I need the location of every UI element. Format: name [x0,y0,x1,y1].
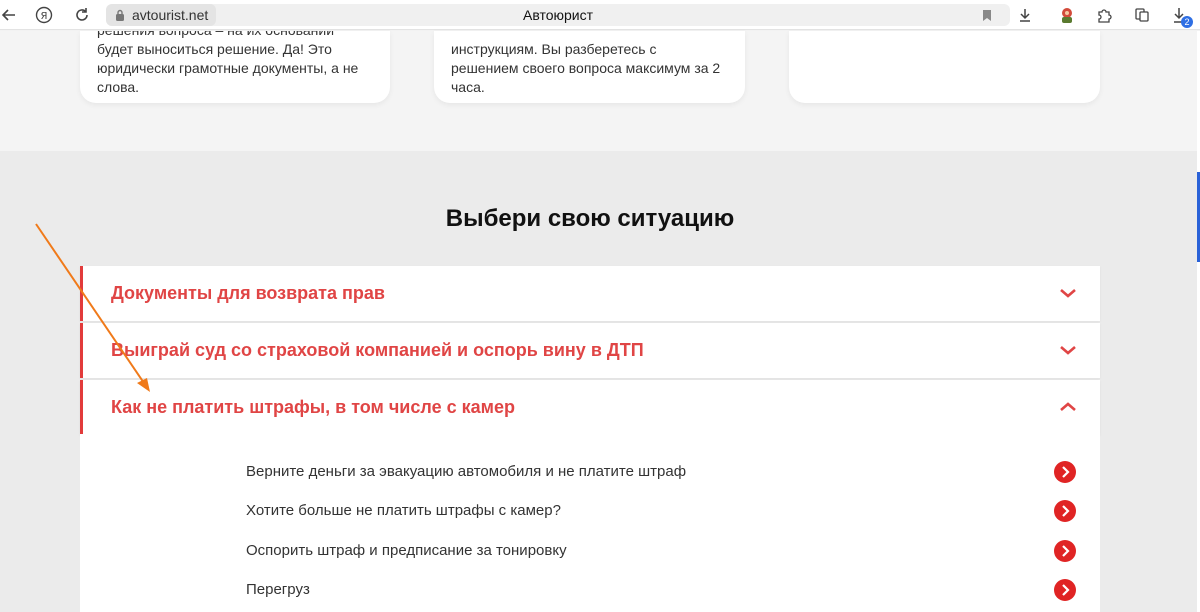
yandex-icon[interactable]: Я [32,0,56,30]
accordion-item-insurance[interactable]: Выиграй суд со страховой компанией и осп… [80,323,1100,378]
bookmark-icon[interactable] [978,0,996,30]
domain-pill[interactable]: avtourist.net [106,4,217,26]
arrow-right-button[interactable] [1054,540,1076,562]
sub-item-overload[interactable]: Перегруз [246,577,1076,603]
sub-item-evacuation[interactable]: Верните деньги за эвакуацию автомобиля и… [246,459,1076,485]
accordion-title: Выиграй суд со страховой компанией и осп… [111,340,644,360]
extension-avatar-icon[interactable] [1056,0,1078,30]
chevron-down-icon[interactable] [1058,342,1078,358]
arrow-right-button[interactable] [1054,579,1076,601]
download-icon[interactable] [1016,0,1034,30]
accordion-item-fines[interactable]: Как не платить штрафы, в том числе с кам… [80,380,1100,435]
chevron-right-icon [1062,584,1070,596]
chevron-down-icon[interactable] [1058,285,1078,301]
sub-item-label[interactable]: Оспорить штраф и предписание за тонировк… [246,538,567,564]
sub-item-label[interactable]: Перегруз [246,577,310,603]
reload-icon[interactable] [70,0,94,30]
lock-icon [116,9,124,21]
back-icon[interactable] [0,0,18,30]
chevron-right-icon [1062,505,1070,517]
domain-text: avtourist.net [132,7,209,23]
address-bar[interactable]: avtourist.net Автоюрист [106,4,1010,26]
downloads-count-badge: 2 [1181,16,1193,28]
chevron-right-icon [1062,466,1070,478]
collections-icon[interactable] [1132,0,1152,30]
accordion-item-rights[interactable]: Документы для возврата прав [80,266,1100,321]
sub-item-cameras[interactable]: Хотите больше не платить штрафы с камер? [246,498,1076,524]
feature-card-text: инструкциям. Вы разберетесь с решением с… [451,41,721,95]
feature-card: решения вопроса – на их основании будет … [80,31,390,103]
accordion-title: Документы для возврата прав [111,283,385,303]
chevron-up-icon[interactable] [1058,399,1078,415]
extensions-puzzle-icon[interactable] [1094,0,1114,30]
feature-card: инструкциям. Вы разберетесь с решением с… [434,31,745,103]
sub-item-label[interactable]: Хотите больше не платить штрафы с камер? [246,498,561,524]
sub-item-label[interactable]: Верните деньги за эвакуацию автомобиля и… [246,459,686,485]
arrow-right-button[interactable] [1054,500,1076,522]
svg-text:Я: Я [41,11,48,22]
accordion-title: Как не платить штрафы, в том числе с кам… [111,397,515,417]
downloads-badge-icon[interactable]: 2 [1168,0,1193,30]
browser-toolbar: Я avtourist.net Автоюрист 2 [0,0,1200,30]
feature-card-text: решения вопроса – на их основании будет … [97,31,359,95]
chevron-right-icon [1062,545,1070,557]
sub-item-tinting[interactable]: Оспорить штраф и предписание за тонировк… [246,538,1076,564]
arrow-right-button[interactable] [1054,461,1076,483]
feature-card [789,31,1100,103]
section-heading: Выбери свою ситуацию [445,205,735,232]
accordion-panel-fines: Верните деньги за эвакуацию автомобиля и… [80,434,1100,612]
page-title: Автоюрист [522,7,594,23]
